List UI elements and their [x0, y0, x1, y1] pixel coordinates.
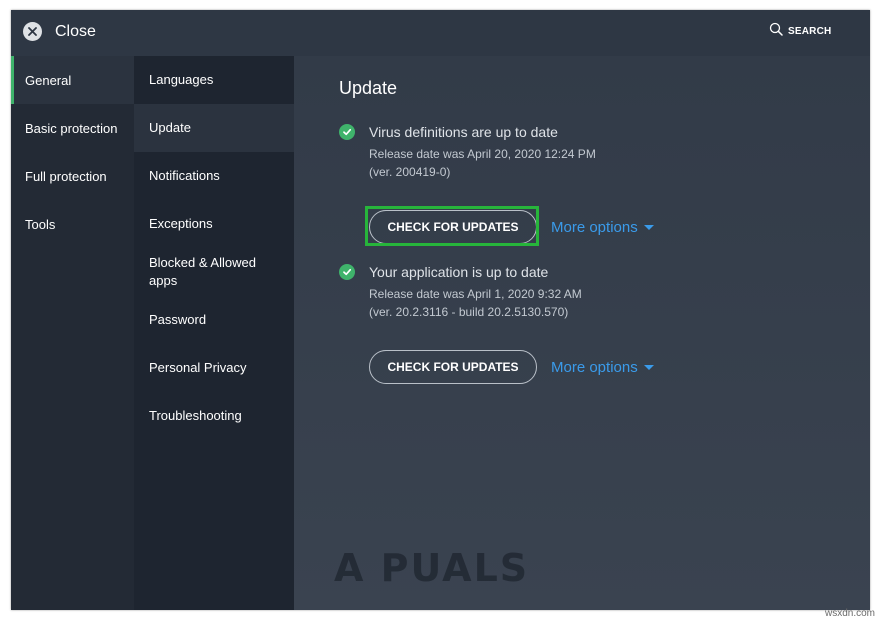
subnav-item-label: Personal Privacy: [149, 360, 247, 375]
caret-down-icon: [643, 224, 654, 230]
check-circle-icon: [339, 264, 355, 280]
search-label: SEARCH: [788, 26, 832, 37]
settings-window: Close SEARCH General Basic protection Fu…: [11, 10, 870, 610]
status-text: Your application is up to date: [369, 264, 549, 280]
subnav-item-update[interactable]: Update: [134, 104, 294, 152]
caret-down-icon: [643, 364, 654, 370]
subnav-item-label: Notifications: [149, 168, 220, 183]
application-status: Your application is up to date Release d…: [339, 264, 582, 321]
check-for-updates-button[interactable]: CHECK FOR UPDATES: [369, 210, 537, 244]
nav-item-basic-protection[interactable]: Basic protection: [11, 104, 134, 152]
main-panel: Update Virus definitions are up to date …: [294, 56, 870, 610]
page-title: Update: [339, 78, 398, 98]
subnav-item-label: Languages: [149, 72, 214, 87]
nav-item-label: Tools: [25, 216, 56, 232]
version-text: (ver. 200419-0): [369, 165, 451, 179]
nav-item-label: General: [25, 72, 72, 88]
close-icon: [23, 22, 42, 41]
release-date: Release date was April 1, 2020 9:32 AM: [369, 287, 582, 301]
status-text: Virus definitions are up to date: [369, 124, 558, 140]
check-circle-icon: [339, 124, 355, 140]
search-button[interactable]: SEARCH: [769, 22, 831, 41]
version-text: (ver. 20.2.3116 - build 20.2.5130.570): [369, 305, 569, 319]
subnav-item-label: Troubleshooting: [149, 408, 242, 423]
watermark: A PUALS: [334, 546, 530, 590]
more-options-dropdown[interactable]: More options: [551, 219, 654, 236]
subnav-item-label: Exceptions: [149, 216, 213, 231]
subnav-item-label: Update: [149, 120, 191, 135]
nav-item-tools[interactable]: Tools: [11, 200, 134, 248]
nav-item-label: Full protection: [25, 168, 107, 184]
check-for-updates-button[interactable]: CHECK FOR UPDATES: [369, 350, 537, 384]
subnav-item-label: Password: [149, 312, 207, 327]
subnav-item-troubleshooting[interactable]: Troubleshooting: [134, 392, 294, 440]
subnav-item-languages[interactable]: Languages: [134, 56, 294, 104]
close-button[interactable]: Close: [23, 22, 96, 41]
subnav-item-label: Blocked & Allowed apps: [149, 255, 256, 288]
subnav-item-exceptions[interactable]: Exceptions: [134, 200, 294, 248]
search-icon: [769, 22, 783, 41]
release-date: Release date was April 20, 2020 12:24 PM: [369, 147, 596, 161]
virus-definitions-actions: CHECK FOR UPDATES More options: [365, 206, 654, 246]
nav-item-general[interactable]: General: [11, 56, 134, 104]
close-label: Close: [55, 22, 96, 40]
subnav-item-personal-privacy[interactable]: Personal Privacy: [134, 344, 294, 392]
virus-definitions-status: Virus definitions are up to date Release…: [339, 124, 596, 181]
secondary-nav: Languages Update Notifications Exception…: [134, 56, 294, 610]
more-options-label: More options: [551, 218, 638, 236]
nav-item-label: Basic protection: [25, 120, 118, 136]
application-actions: CHECK FOR UPDATES More options: [369, 350, 654, 384]
nav-item-full-protection[interactable]: Full protection: [11, 152, 134, 200]
primary-nav: General Basic protection Full protection…: [11, 56, 134, 610]
more-options-label: More options: [551, 358, 638, 376]
subnav-item-notifications[interactable]: Notifications: [134, 152, 294, 200]
subnav-item-blocked-allowed-apps[interactable]: Blocked & Allowed apps: [134, 248, 294, 296]
more-options-dropdown[interactable]: More options: [551, 359, 654, 376]
subnav-item-password[interactable]: Password: [134, 296, 294, 344]
credit-text: wsxdn.com: [824, 608, 875, 619]
